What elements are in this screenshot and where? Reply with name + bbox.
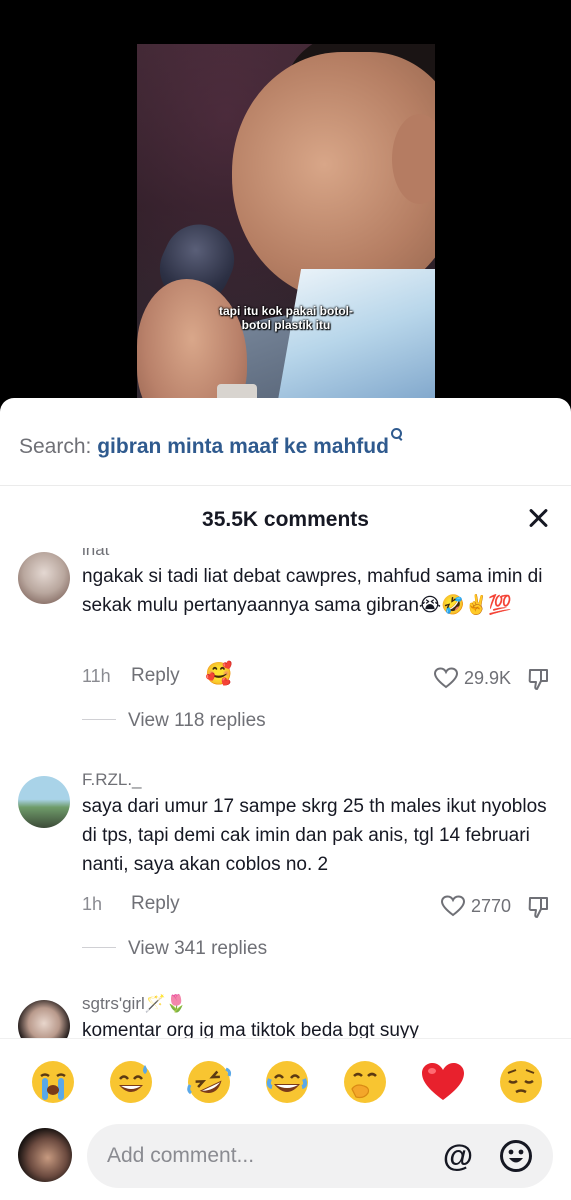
- emoji-pensive-button[interactable]: [498, 1059, 544, 1105]
- search-prefix: Search:: [19, 435, 98, 458]
- avatar[interactable]: [18, 552, 70, 604]
- like-count: 2770: [470, 895, 511, 916]
- like-count: 29.9K: [463, 667, 511, 688]
- comment-list[interactable]: inat ngakak si tadi liat debat cawpres, …: [0, 548, 571, 1038]
- comments-sheet: Search: gibran minta maaf ke mahfud 35.5…: [0, 398, 571, 1200]
- video-player[interactable]: tapi itu kok pakai botol- botol plastik …: [0, 0, 571, 420]
- replies-divider: [82, 947, 116, 948]
- view-replies-label: View 118 replies: [128, 710, 266, 731]
- dislike-icon[interactable]: [527, 667, 551, 691]
- comment-text: komentar org ig ma tiktok beda bgt suyy: [82, 1020, 419, 1038]
- comment-username[interactable]: sgtrs'girl🪄🌷: [82, 994, 187, 1014]
- video-frame: tapi itu kok pakai botol- botol plastik …: [137, 44, 435, 404]
- comment-text: saya dari umur 17 sampe skrg 25 th males…: [82, 796, 547, 875]
- avatar[interactable]: [18, 776, 70, 828]
- video-subject-collar: [272, 269, 435, 404]
- comment-username[interactable]: F.RZL._: [82, 770, 142, 790]
- comments-header: 35.5K comments: [0, 486, 571, 548]
- current-user-avatar[interactable]: [18, 1128, 72, 1182]
- comment-time: 11h: [82, 666, 111, 686]
- replies-divider: [82, 719, 116, 720]
- dislike-icon[interactable]: [527, 895, 551, 919]
- emoji-sweat-smile-button[interactable]: [108, 1059, 154, 1105]
- mention-button[interactable]: @: [440, 1138, 476, 1174]
- comment-input[interactable]: [87, 1124, 553, 1188]
- search-suggestion[interactable]: Search: gibran minta maaf ke mahfud: [0, 398, 571, 486]
- emoji-tears-of-joy-button[interactable]: [264, 1059, 310, 1105]
- emoji-loudly-crying-button[interactable]: [30, 1059, 76, 1105]
- comment-time: 1h: [82, 894, 103, 914]
- rolling-laughing-face-icon: [187, 1061, 232, 1103]
- comment-text: ngakak si tadi liat debat cawpres, mahfu…: [82, 566, 543, 616]
- reply-button[interactable]: Reply: [131, 893, 180, 915]
- reaction-emoji-badge: 🥰: [205, 662, 233, 687]
- view-replies-button[interactable]: View 341 replies: [82, 938, 267, 960]
- search-term-link[interactable]: gibran minta maaf ke mahfud: [97, 435, 389, 458]
- reply-button[interactable]: Reply: [131, 665, 180, 687]
- heart-icon: [433, 667, 458, 689]
- video-caption-line-2: botol plastik itu: [241, 318, 331, 332]
- video-caption-line-1: tapi itu kok pakai botol-: [218, 304, 353, 318]
- tears-of-joy-face-icon: [266, 1061, 308, 1103]
- comment-username[interactable]: inat: [82, 548, 109, 560]
- face-with-hand-over-mouth-icon: [344, 1061, 386, 1103]
- search-icon: [390, 428, 402, 439]
- pensive-face-icon: [500, 1061, 542, 1103]
- emoji-rolling-laughing-button[interactable]: [186, 1059, 232, 1105]
- loudly-crying-face-icon: [32, 1061, 74, 1103]
- video-caption: tapi itu kok pakai botol- botol plastik …: [137, 304, 435, 332]
- heart-icon: [440, 895, 465, 917]
- like-button[interactable]: 29.9K: [433, 666, 511, 690]
- emoji-hand-over-mouth-button[interactable]: [342, 1059, 388, 1105]
- red-heart-icon: [422, 1063, 464, 1100]
- avatar[interactable]: [18, 1000, 70, 1038]
- emoji-red-heart-button[interactable]: [420, 1059, 466, 1105]
- view-replies-label: View 341 replies: [128, 938, 268, 959]
- emoji-picker-icon[interactable]: [499, 1139, 533, 1173]
- close-button[interactable]: [524, 504, 554, 534]
- comment-input-row: @: [0, 1124, 571, 1200]
- grinning-sweat-face-icon: [110, 1061, 152, 1103]
- emoji-quick-bar: [0, 1038, 571, 1128]
- view-replies-button[interactable]: View 118 replies: [82, 710, 266, 732]
- comments-count: 35.5K comments: [202, 508, 369, 531]
- like-button[interactable]: 2770: [440, 894, 511, 918]
